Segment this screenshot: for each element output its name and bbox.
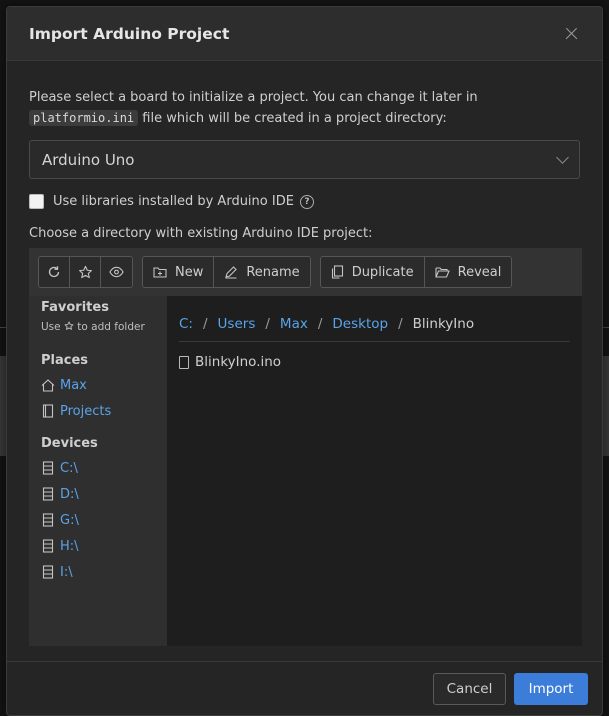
drive-icon <box>42 565 54 579</box>
cancel-button[interactable]: Cancel <box>433 672 506 705</box>
chevron-down-icon <box>556 150 569 164</box>
devices-section: Devices C:\ D:\ G:\ H:\ I:\ <box>41 436 167 585</box>
file-icon <box>179 355 189 369</box>
new-folder-icon <box>153 267 167 278</box>
breadcrumb-separator: / <box>317 315 323 332</box>
dialog-footer: Cancel Import <box>7 661 602 715</box>
sidebar-item-max[interactable]: Max <box>41 372 167 398</box>
sidebar-item-drive-d[interactable]: D:\ <box>41 481 167 507</box>
reveal-button[interactable]: Reveal <box>424 257 512 287</box>
edit-button-group: New Rename <box>142 256 311 288</box>
new-folder-button[interactable]: New <box>143 257 215 287</box>
board-select-value: Arduino Uno <box>42 150 135 169</box>
choose-directory-label: Choose a directory with existing Arduino… <box>29 226 373 241</box>
file-name: BlinkyIno.ino <box>195 354 282 370</box>
sidebar-item-projects[interactable]: Projects <box>41 398 167 424</box>
breadcrumb-item[interactable]: Desktop <box>332 316 388 332</box>
new-button-label: New <box>175 264 204 280</box>
close-icon[interactable] <box>562 24 582 44</box>
places-section: Places Max Projects <box>41 353 167 424</box>
devices-heading: Devices <box>41 436 98 451</box>
star-icon <box>78 265 92 278</box>
favorites-hint: Use to add folder <box>41 321 167 333</box>
config-filename: platformio.ini <box>29 110 139 126</box>
refresh-icon <box>48 266 60 278</box>
dialog-body: Please select a board to initialize a pr… <box>7 61 602 646</box>
drive-icon <box>42 461 54 475</box>
file-browser-toolbar: New Rename Duplicate Reveal <box>29 248 582 296</box>
bookmark-icon <box>42 404 54 418</box>
breadcrumb-separator: / <box>202 315 208 332</box>
duplicate-button-label: Duplicate <box>351 264 414 280</box>
star-icon <box>64 321 74 330</box>
sidebar-item-label: D:\ <box>60 486 79 502</box>
copy-icon <box>331 265 343 279</box>
use-libraries-checkbox[interactable] <box>29 194 44 209</box>
favorites-hint-text: Use <box>41 321 64 333</box>
favorites-hint-text: to add folder <box>73 321 145 333</box>
drive-icon <box>42 513 54 527</box>
file-browser-main: C: / Users / Max / Desktop / BlinkyIno B… <box>167 296 582 646</box>
breadcrumb-item[interactable]: C: <box>179 316 193 332</box>
sidebar-item-drive-g[interactable]: G:\ <box>41 507 167 533</box>
sidebar-item-drive-c[interactable]: C:\ <box>41 455 167 481</box>
file-list-item[interactable]: BlinkyIno.ino <box>179 354 570 370</box>
rename-button[interactable]: Rename <box>214 257 310 287</box>
duplicate-button[interactable]: Duplicate <box>320 257 425 287</box>
sidebar-item-label: I:\ <box>60 564 73 580</box>
favorite-button[interactable] <box>70 257 101 287</box>
rename-button-label: Rename <box>246 264 300 280</box>
breadcrumb-separator: / <box>398 315 403 332</box>
sidebar-item-label: Max <box>60 377 87 393</box>
eye-icon <box>109 266 124 278</box>
refresh-button[interactable] <box>39 257 70 287</box>
use-libraries-label[interactable]: Use libraries installed by Arduino IDE <box>53 194 294 209</box>
intro-text: Please select a board to initialize a pr… <box>29 87 580 129</box>
places-heading: Places <box>41 353 89 368</box>
sidebar-item-label: H:\ <box>60 538 79 554</box>
sidebar-item-drive-h[interactable]: H:\ <box>41 533 167 559</box>
background-divider <box>603 327 609 328</box>
sidebar-item-label: C:\ <box>60 460 78 476</box>
reveal-button-label: Reveal <box>457 264 502 280</box>
view-button-group <box>38 256 133 288</box>
dialog-title: Import Arduino Project <box>29 24 230 43</box>
home-icon <box>41 378 55 392</box>
intro-text-part: file which will be created in a project … <box>138 111 447 126</box>
dialog-header: Import Arduino Project <box>7 7 602 61</box>
intro-text-part: Please select a board to initialize a pr… <box>29 90 478 105</box>
toggle-hidden-button[interactable] <box>101 257 132 287</box>
help-icon[interactable]: ? <box>299 194 314 209</box>
folder-open-icon <box>435 267 450 278</box>
drive-icon <box>42 487 54 501</box>
breadcrumb-current: BlinkyIno <box>412 315 475 332</box>
breadcrumb-separator: / <box>265 315 270 332</box>
file-browser: New Rename Duplicate Reveal Favorites Us… <box>29 248 582 646</box>
sidebar-item-label: Projects <box>60 403 112 419</box>
favorites-heading: Favorites <box>41 300 109 315</box>
breadcrumb: C: / Users / Max / Desktop / BlinkyIno <box>179 306 570 342</box>
import-dialog: Import Arduino Project Please select a b… <box>6 6 603 716</box>
file-browser-sidebar: Favorites Use to add folder Places Max P… <box>29 296 167 646</box>
import-button[interactable]: Import <box>514 672 588 705</box>
background-panel-right <box>603 356 609 456</box>
breadcrumb-item[interactable]: Users <box>218 316 256 332</box>
use-libraries-row: Use libraries installed by Arduino IDE ? <box>29 194 580 209</box>
file-actions-group: Duplicate Reveal <box>319 256 513 288</box>
sidebar-item-label: G:\ <box>60 512 79 528</box>
board-select[interactable]: Arduino Uno <box>29 140 580 179</box>
pencil-icon <box>225 266 238 279</box>
drive-icon <box>42 539 54 553</box>
sidebar-item-drive-i[interactable]: I:\ <box>41 559 167 585</box>
breadcrumb-item[interactable]: Max <box>280 316 308 332</box>
